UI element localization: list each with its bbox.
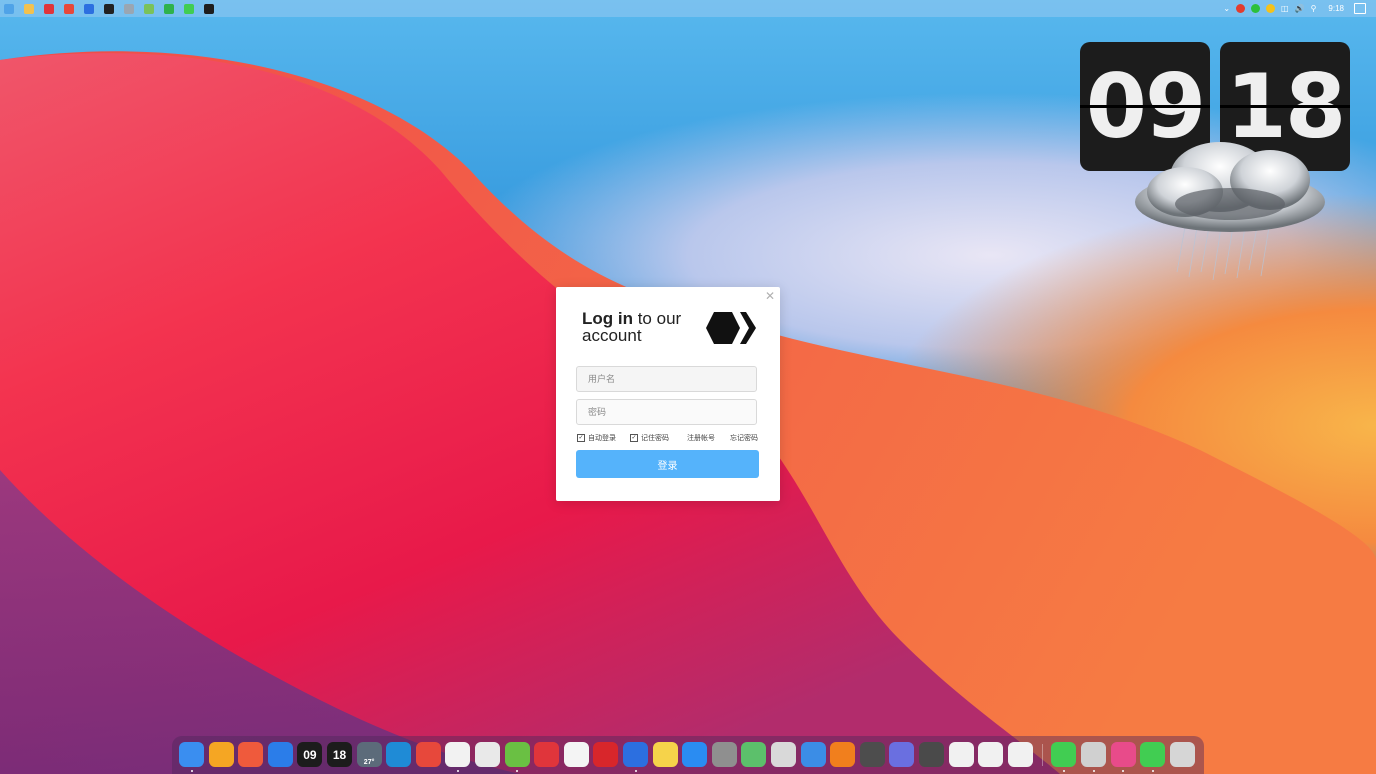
yellow-app-tray-icon[interactable] (1266, 4, 1276, 13)
dock-red-app-icon[interactable] (593, 742, 619, 767)
dock: 09 18 27° (172, 736, 1204, 774)
auto-login-checkbox[interactable]: ✓ 自动登录 (577, 433, 616, 443)
bubble-app-icon[interactable] (144, 3, 154, 14)
chrome-icon[interactable] (64, 3, 74, 14)
windows-start-icon[interactable] (4, 3, 14, 14)
login-options: ✓ 自动登录 ✓ 记住密码 注册帐号 忘记密码 (577, 433, 759, 443)
password-input[interactable] (576, 399, 757, 425)
dock-chrome-icon[interactable] (415, 742, 441, 767)
dock-pen-app-icon[interactable] (623, 742, 648, 767)
running-indicator (1151, 770, 1154, 772)
dock-weather-icon[interactable]: 27° (356, 742, 382, 767)
dock-netease-music-icon[interactable] (534, 742, 560, 767)
dock-finder-icon[interactable] (179, 742, 204, 767)
dock-qq-icon[interactable] (445, 742, 471, 767)
dock-chevron-down-icon[interactable] (1007, 742, 1033, 767)
dev-app-icon[interactable] (204, 3, 214, 14)
dock-home-icon[interactable] (208, 742, 234, 767)
netease-music-icon[interactable] (44, 3, 54, 14)
running-indicator (516, 770, 519, 772)
dock-launchpad-icon[interactable] (238, 742, 264, 767)
remember-password-label: 记住密码 (641, 435, 669, 442)
dock-app-store-icon[interactable] (682, 742, 708, 767)
login-button[interactable]: 登录 (576, 450, 759, 478)
taskbar-app-list (0, 3, 214, 14)
dock-chevron-down-icon[interactable] (978, 742, 1004, 767)
system-tray: ⌄ ◫ 🔊 ⚲ 9:18 (1223, 0, 1366, 17)
dock-calculator-icon[interactable] (859, 742, 885, 767)
qq-tray-icon[interactable] (1236, 4, 1246, 13)
forgot-password-link[interactable]: 忘记密码 (730, 433, 758, 443)
dock-trash-icon[interactable] (1169, 742, 1195, 767)
close-icon[interactable]: ✕ (765, 289, 775, 303)
ime-tray-icon[interactable]: ⚲ (1311, 4, 1317, 13)
record-icon[interactable] (104, 3, 114, 14)
register-link[interactable]: 注册帐号 (687, 433, 715, 443)
network-tray-icon[interactable]: ◫ (1281, 4, 1289, 13)
file-explorer-icon[interactable] (24, 3, 34, 14)
notification-center-icon[interactable] (1354, 3, 1366, 14)
dock-separator (1042, 744, 1043, 766)
dock-music-icon[interactable] (563, 742, 589, 767)
dock-screenshot-icon[interactable] (771, 742, 796, 767)
dock-wechat-icon[interactable] (475, 742, 500, 767)
dock-qt-icon[interactable] (1051, 742, 1077, 767)
username-input[interactable] (576, 366, 757, 392)
login-title: Log in to our account (582, 310, 681, 344)
notes-icon[interactable] (124, 3, 134, 14)
green-app-icon[interactable] (164, 3, 174, 14)
running-indicator (1122, 770, 1125, 772)
taskbar-clock[interactable]: 9:18 (1328, 4, 1344, 13)
dock-colorful-app-icon[interactable] (741, 742, 767, 767)
auto-login-label: 自动登录 (588, 435, 616, 442)
dock-printer-icon[interactable] (1081, 742, 1106, 767)
rain-cloud-icon (1135, 142, 1325, 281)
volume-tray-icon[interactable]: 🔊 (1295, 4, 1305, 13)
edit-app-icon[interactable] (84, 3, 94, 14)
remember-password-checkbox[interactable]: ✓ 记住密码 (630, 433, 669, 443)
dock-notes-icon[interactable] (652, 742, 678, 767)
running-indicator (456, 770, 459, 772)
dock-power-icon[interactable] (919, 742, 944, 767)
top-taskbar: ⌄ ◫ 🔊 ⚲ 9:18 (0, 0, 1376, 17)
dock-edge-icon[interactable] (386, 742, 412, 767)
dock-color-wheel-icon[interactable] (1110, 742, 1136, 767)
dock-flip-minute-icon[interactable]: 18 (327, 742, 352, 767)
checkbox-checked-icon: ✓ (630, 434, 638, 442)
running-indicator (190, 770, 193, 772)
dock-orange-ring-icon[interactable] (830, 742, 856, 767)
tray-chevron-icon[interactable]: ⌄ (1223, 4, 1230, 13)
checkbox-checked-icon: ✓ (577, 434, 585, 442)
wechat-tray-icon[interactable] (1251, 4, 1261, 13)
dock-item-label: 09 (303, 747, 317, 762)
qt-creator-icon[interactable] (184, 3, 194, 14)
dock-item-label: 27° (363, 759, 375, 766)
brand-logo-icon (706, 312, 756, 344)
dock-flip-hour-icon[interactable]: 09 (297, 742, 323, 767)
login-title-line2: account (582, 326, 642, 345)
running-indicator (634, 770, 637, 772)
dock-item-label: 18 (332, 747, 347, 762)
running-indicator (1062, 770, 1065, 772)
dock-volume-icon[interactable] (889, 742, 915, 767)
dock-more-icon[interactable] (948, 742, 974, 767)
dock-green-ball-icon[interactable] (504, 742, 530, 767)
dock-system-preferences-icon[interactable] (711, 742, 737, 767)
dock-windows-icon[interactable] (267, 742, 293, 767)
dock-search-icon[interactable] (800, 742, 826, 767)
running-indicator (1092, 770, 1095, 772)
dock-qt-icon[interactable] (1140, 742, 1166, 767)
login-dialog: ✕ Log in to our account ✓ 自动登录 ✓ 记住密码 注册… (556, 287, 780, 501)
